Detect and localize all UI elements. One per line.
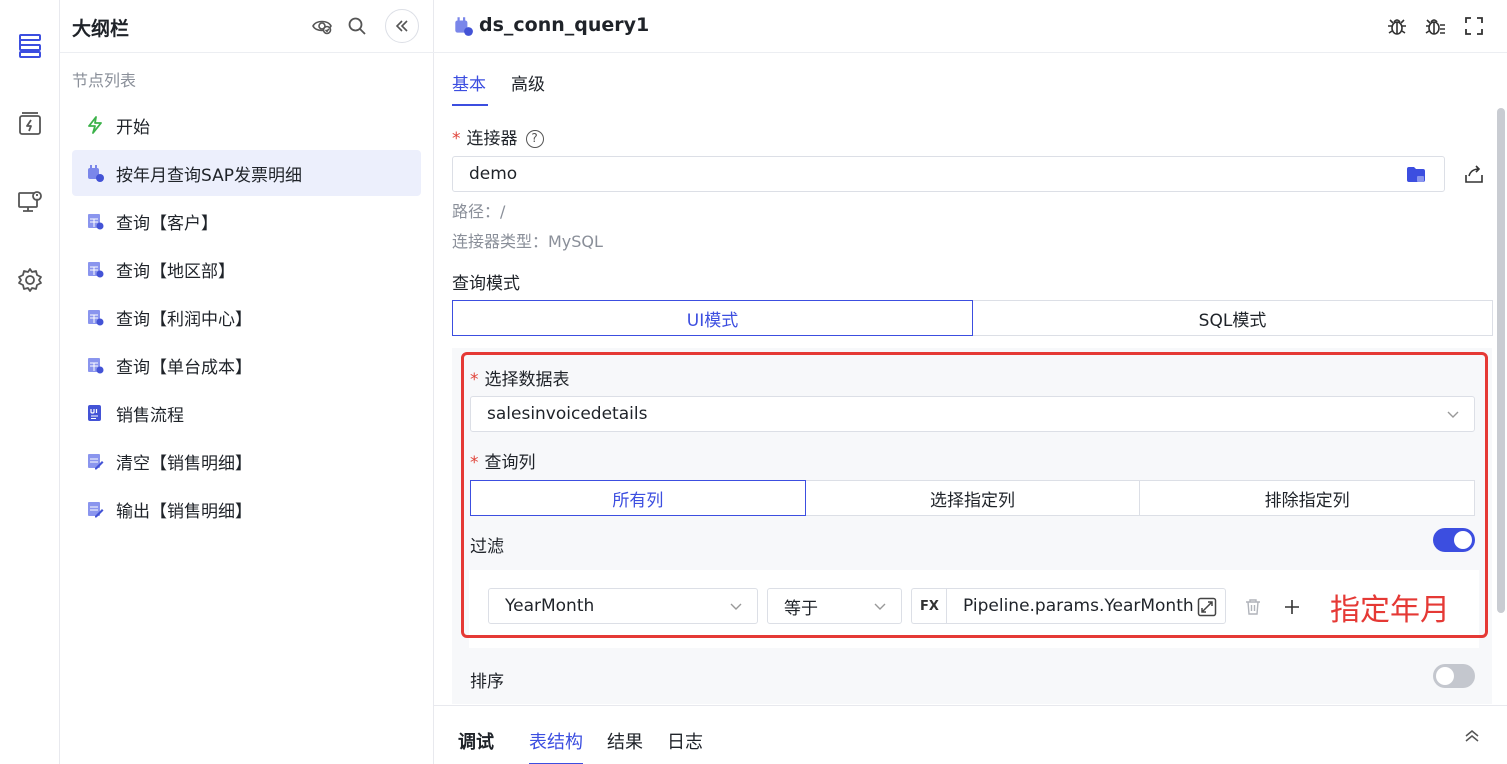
debug-bottom-bar: 调试 表结构 结果 日志 [434,705,1507,764]
connector-input[interactable]: demo [452,156,1445,192]
debug-step-icon[interactable] [1422,13,1448,39]
plug-icon [455,17,473,36]
columns-all[interactable]: 所有列 [470,480,806,516]
node-label: 开始 [116,117,150,138]
fullscreen-icon[interactable] [1461,13,1487,39]
table-query-icon [84,306,106,328]
node-label: 查询【单台成本】 [116,357,252,378]
node-item-sap-query[interactable]: 按年月查询SAP发票明细 [72,150,421,196]
visibility-toggle-icon[interactable] [310,14,334,38]
node-item-profit-center[interactable]: 查询【利润中心】 [72,294,421,340]
tab-logs[interactable]: 日志 [667,728,703,754]
debug-bug-icon[interactable] [1384,13,1410,39]
lightning-icon [84,114,106,136]
app-root: 大纲栏 节点列表 开始 按年月查询SAP发票明细 查询【客户】 查询【地区部】 … [0,0,1507,764]
tab-results[interactable]: 结果 [607,728,643,754]
connector-path: 路径：/ [452,202,506,221]
node-item-customer[interactable]: 查询【客户】 [72,198,421,244]
monitor-icon[interactable] [10,182,50,222]
node-label: 查询【利润中心】 [116,309,252,330]
connector-type: 连接器类型：MySQL [452,232,603,251]
query-mode-label: 查询模式 [452,274,520,294]
main-panel: ds_conn_query1 基本 高级 * 连接器? demo 路径：/ 连接器… [434,0,1507,764]
node-item-output-sales[interactable]: 输出【销售明细】 [72,486,421,532]
table-query-icon [84,354,106,376]
tab-advanced[interactable]: 高级 [511,70,545,95]
tab-table-structure[interactable]: 表结构 [529,728,583,754]
table-edit-icon [84,450,106,472]
node-item-start[interactable]: 开始 [72,102,421,148]
node-title: ds_conn_query1 [479,14,650,36]
outline-icon[interactable] [10,26,50,66]
tab-underline [452,104,488,106]
main-header: ds_conn_query1 [434,0,1507,53]
sort-toggle[interactable] [1433,664,1475,688]
toggle-knob [1436,667,1454,685]
node-label: 销售流程 [116,405,184,426]
outline-header: 大纲栏 [60,0,434,53]
node-item-unit-cost[interactable]: 查询【单台成本】 [72,342,421,388]
node-label: 查询【地区部】 [116,261,235,282]
sort-label: 排序 [470,672,504,692]
node-label: 清空【销售明细】 [116,453,252,474]
double-chevron-up-icon[interactable] [1459,723,1485,749]
tab-basic[interactable]: 基本 [452,70,486,95]
node-label: 按年月查询SAP发票明细 [116,165,302,186]
search-icon[interactable] [345,14,369,38]
node-label: 查询【客户】 [116,213,218,234]
collapse-panel-button[interactable] [385,9,419,43]
table-query-icon [84,258,106,280]
share-export-icon[interactable] [1461,161,1487,187]
node-label: 输出【销售明细】 [116,501,252,522]
node-item-region[interactable]: 查询【地区部】 [72,246,421,292]
icon-rail [0,0,60,764]
table-edit-icon [84,498,106,520]
node-item-clear-sales[interactable]: 清空【销售明细】 [72,438,421,484]
help-icon[interactable]: ? [525,130,544,148]
node-item-sales-flow[interactable]: 销售流程 [72,390,421,436]
connector-value: demo [469,164,518,184]
ui-doc-icon [84,402,106,424]
double-chevron-left-icon [395,20,408,32]
query-mode-ui[interactable]: UI模式 [452,300,973,336]
outline-panel: 大纲栏 节点列表 开始 按年月查询SAP发票明细 查询【客户】 查询【地区部】 … [60,0,434,764]
settings-gear-icon[interactable] [10,260,50,300]
plug-icon [84,162,106,184]
query-mode-sql[interactable]: SQL模式 [972,300,1493,336]
scrollbar[interactable] [1497,108,1505,613]
folder-icon[interactable] [1406,166,1426,184]
trigger-box-icon[interactable] [10,104,50,144]
connector-label: * 连接器? [452,124,544,149]
debug-section-label: 调试 [458,732,494,753]
outline-title: 大纲栏 [72,18,130,40]
query-mode-segmented: UI模式 SQL模式 [452,300,1493,336]
table-query-icon [84,210,106,232]
node-list-label: 节点列表 [72,71,137,90]
